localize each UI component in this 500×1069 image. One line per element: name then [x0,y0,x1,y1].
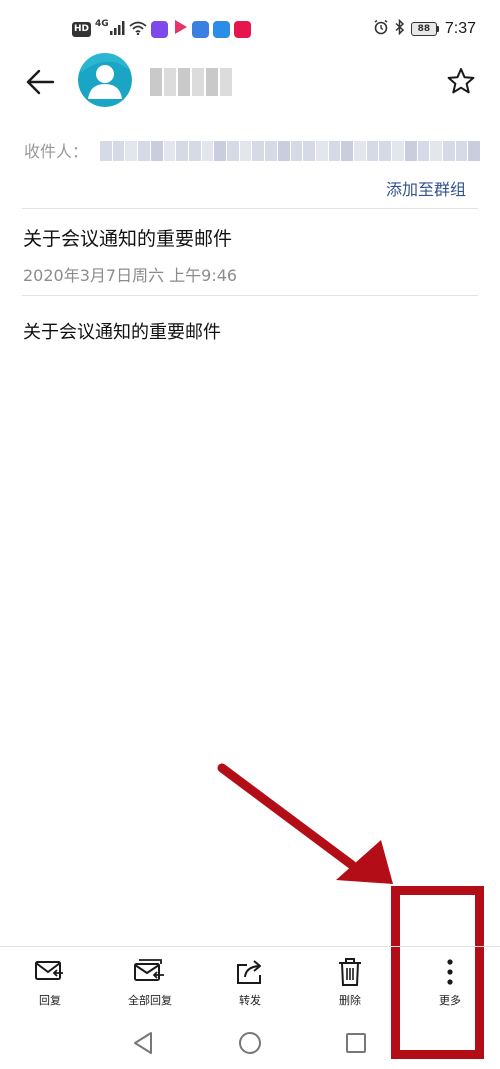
status-time: 7:37 [444,20,476,37]
forward-button[interactable]: 转发 [200,952,300,1012]
nav-recents-icon [346,1033,366,1053]
nav-back-button[interactable] [130,1030,156,1056]
more-vertical-icon [433,955,467,989]
hd-badge: HD [72,21,92,37]
battery-icon: 88 [410,22,439,36]
alarm-icon [373,19,389,39]
star-outline-icon [447,68,475,94]
sender-name-redacted [150,68,232,96]
person-icon [78,53,132,107]
nav-back-icon [134,1032,152,1054]
network-type: 4G [95,19,109,29]
recipient-label: 收件人： [24,142,89,161]
status-right-icons: 88 7:37 [373,18,476,40]
add-to-group-link[interactable]: 添加至群组 [386,176,466,200]
toolbar-divider [0,946,500,947]
video-app-icon [150,20,168,38]
star-button[interactable] [444,64,478,98]
nav-recents-button[interactable] [343,1030,369,1056]
status-left-icons: HD 4G [72,18,251,40]
delete-button[interactable]: 删除 [300,952,400,1012]
navigation-bar [0,1020,500,1064]
more-label: 更多 [439,994,461,1007]
forward-label: 转发 [239,994,261,1007]
divider [22,295,478,296]
photo-app-icon [212,20,230,38]
forward-icon [233,955,267,989]
nav-home-icon [239,1032,261,1054]
music-app-icon [233,20,251,38]
wifi-icon [129,20,147,39]
recipient-list-redacted [100,141,481,161]
more-button[interactable]: 更多 [400,952,500,1012]
back-button[interactable] [20,62,60,102]
status-bar: HD 4G 88 7:37 [0,0,500,58]
arrow-left-icon [26,69,55,95]
play-app-icon [172,19,188,39]
delete-label: 删除 [339,994,361,1007]
battery-level: 88 [410,22,437,36]
avatar[interactable] [78,53,132,107]
email-date: 2020年3月7日周六 上午9:46 [23,266,238,285]
reply-icon [33,955,67,989]
reply-all-button[interactable]: 全部回复 [100,952,200,1012]
email-subject: 关于会议通知的重要邮件 [23,228,233,250]
signal-icon [109,20,125,39]
reply-label: 回复 [39,994,61,1007]
email-body: 关于会议通知的重要邮件 [23,322,221,343]
divider [22,208,478,209]
trash-icon [333,955,367,989]
nav-home-button[interactable] [237,1030,263,1056]
reply-button[interactable]: 回复 [0,952,100,1012]
maps-app-icon [191,20,209,38]
reply-all-icon [133,955,167,989]
bottom-toolbar: 回复 全部回复 转发 删除 更多 [0,952,500,1012]
bluetooth-icon [395,18,405,39]
battery-tip [436,26,439,32]
reply-all-label: 全部回复 [128,994,172,1007]
